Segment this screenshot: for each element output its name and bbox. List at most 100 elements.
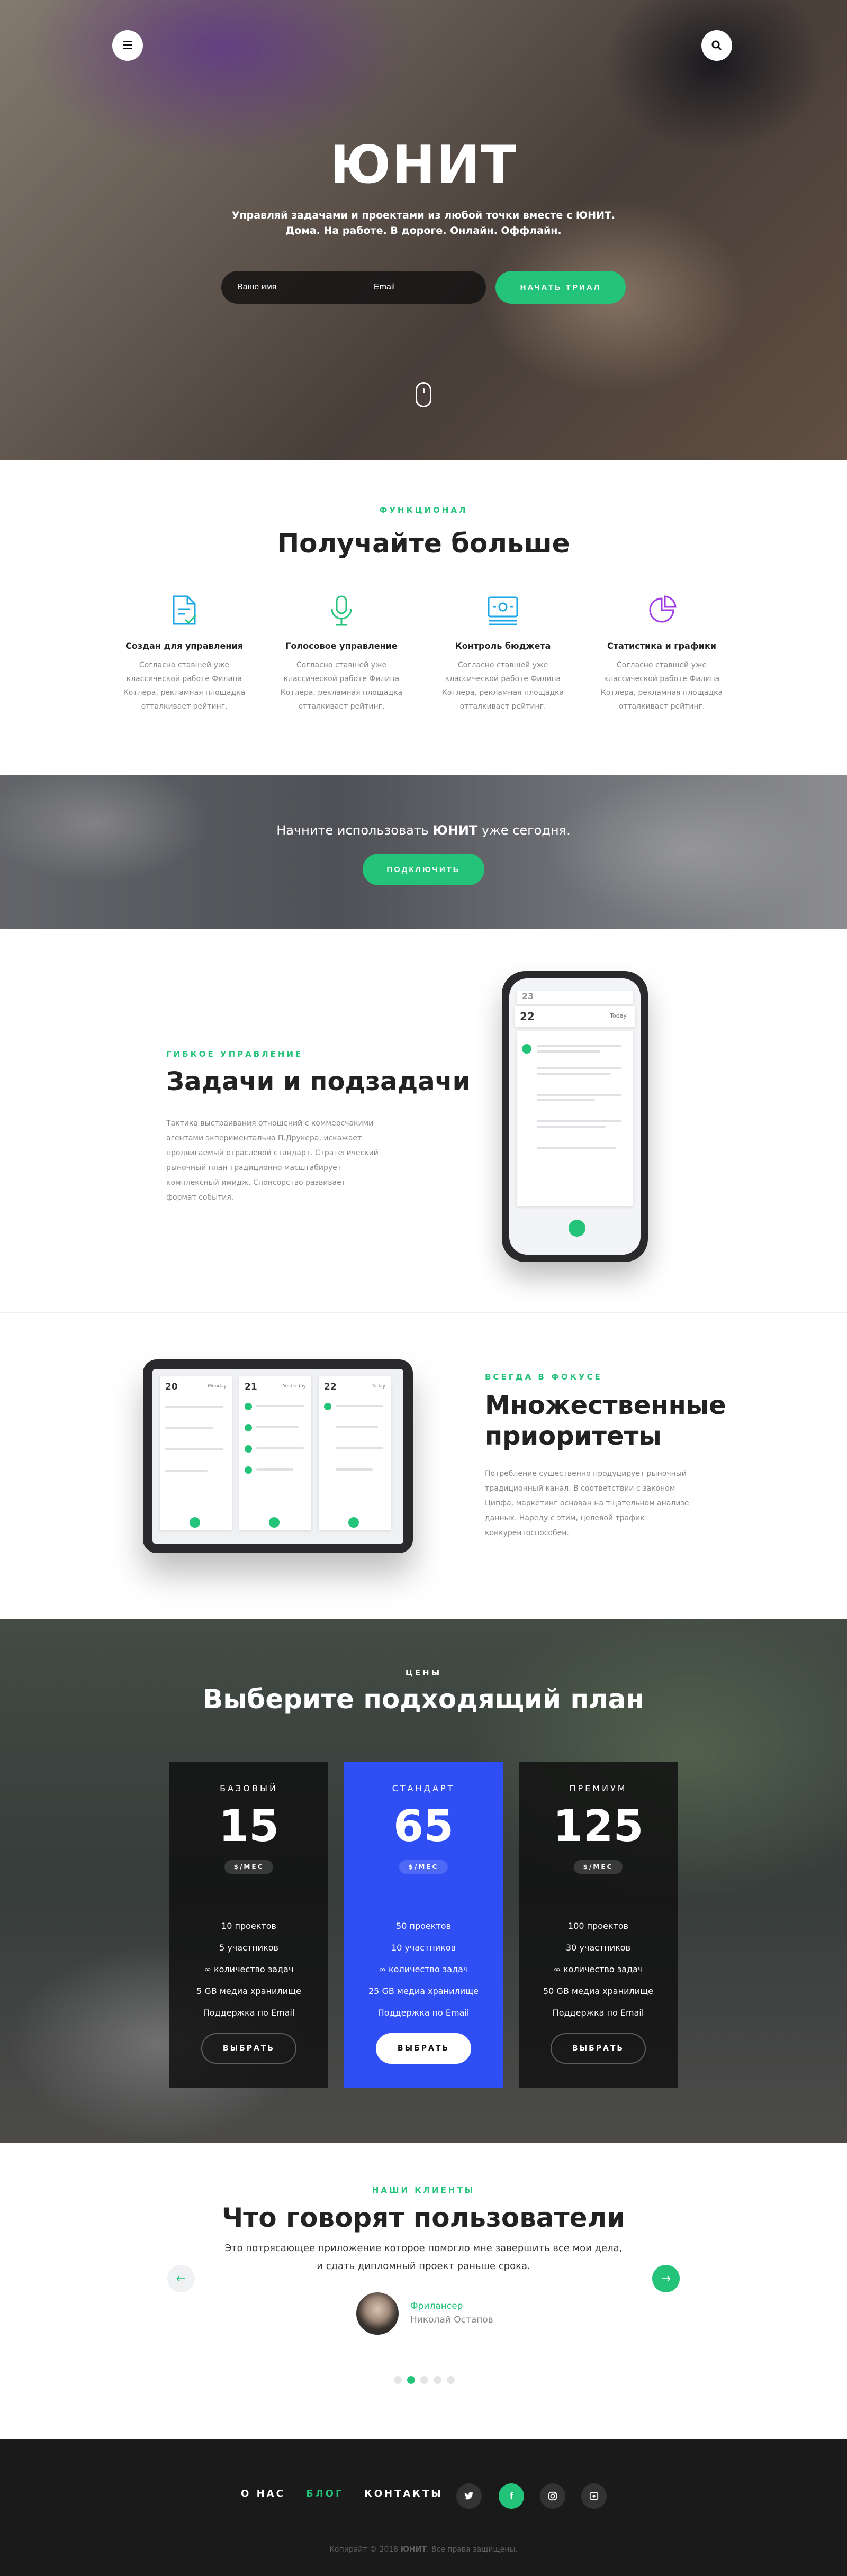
feature-text: Согласно ставшей уже классической работе … (441, 661, 564, 711)
testimonials-title: Что говорят пользователи (221, 2202, 626, 2233)
plan-features: 50 проектов 10 участников ∞ количество зад… (368, 1921, 479, 2018)
feature-text: Согласно ставшей уже классической работе … (600, 661, 723, 711)
phone-add-icon (569, 1220, 585, 1237)
testimonial-name: Николай Остапов (410, 2315, 493, 2325)
footer: О НАС БЛОГ КОНТАКТЫ f Копирайт © 2018 ЮН… (0, 2439, 847, 2576)
menu-icon: ☰ (122, 39, 133, 52)
check-icon (522, 1044, 531, 1054)
choose-plan-button[interactable]: ВЫБРАТЬ (551, 2033, 646, 2064)
twitter-icon (464, 2492, 474, 2500)
avatar (356, 2292, 399, 2335)
feature-text: Согласно ставшей уже классической работе … (123, 661, 246, 711)
plan-period: $/МЕС (399, 1860, 448, 1874)
tasks-title: Задачи и подзадачи (166, 1067, 471, 1096)
footer-link-blog[interactable]: БЛОГ (306, 2488, 344, 2499)
feature-item: Контроль бюджета Согласно ставшей уже кла… (434, 594, 572, 713)
hero-subtitle-line: Дома. На работе. В дороге. Онлайн. Оффла… (285, 225, 562, 237)
tablet-column: 20 Monday (160, 1376, 232, 1530)
facebook-button[interactable]: f (499, 2483, 524, 2509)
prev-button[interactable]: ← (167, 2265, 195, 2292)
phone-date-card: 22 Today (515, 1006, 635, 1027)
footer-link-about[interactable]: О НАС (241, 2488, 285, 2499)
tablet-mockup: 20 Monday 21 Yesterday 22 Today (143, 1359, 413, 1553)
priorities-section: 20 Monday 21 Yesterday 22 Today ВСЕГДА В… (0, 1312, 847, 1619)
start-trial-button[interactable]: НАЧАТЬ ТРИАЛ (495, 271, 626, 304)
pricing-section: ЦЕНЫ Выберите подходящий план БАЗОВЫЙ 15… (0, 1619, 847, 2143)
name-input[interactable] (237, 271, 354, 304)
pricing-eyebrow: ЦЕНЫ (405, 1668, 442, 1677)
testimonial-role: Фрилансер (410, 2301, 463, 2311)
feature-title: Создан для управления (125, 641, 243, 651)
plan-price: 125 (553, 1801, 644, 1852)
cta-text: Начните использовать ЮНИТ уже сегодня. (276, 823, 571, 838)
features-eyebrow: ФУНКЦИОНАЛ (379, 505, 468, 515)
document-check-icon (115, 594, 253, 637)
phone-date-card: 23 (517, 991, 633, 1004)
signup-form (221, 271, 486, 304)
arrow-right-icon: → (661, 2272, 671, 2285)
cta-section: Начните использовать ЮНИТ уже сегодня. П… (0, 775, 847, 929)
pricing-title: Выберите подходящий план (203, 1684, 644, 1715)
cta-brand: ЮНИТ (432, 823, 478, 838)
plan-card-basic: БАЗОВЫЙ 15 $/МЕС 10 проектов 5 участников… (169, 1762, 328, 2088)
carousel-dots (394, 2376, 455, 2384)
facebook-icon: f (510, 2490, 513, 2501)
instagram-icon (548, 2491, 557, 2501)
testimonials-eyebrow: НАШИ КЛИЕНТЫ (372, 2185, 475, 2195)
hero-section: ☰ ЮНИТ Управляй задачами и проектами из … (0, 0, 847, 460)
feature-text: Согласно ставшей уже классической работе … (280, 661, 403, 711)
choose-plan-button[interactable]: ВЫБРАТЬ (201, 2033, 296, 2064)
plan-period: $/МЕС (224, 1860, 274, 1874)
instagram-button[interactable] (540, 2483, 565, 2509)
feature-item: Создан для управления Согласно ставшей у… (115, 594, 253, 713)
priorities-title: Множественные приоритеты (485, 1391, 726, 1451)
arrow-left-icon: ← (176, 2272, 186, 2285)
tablet-column: 21 Yesterday (239, 1376, 311, 1530)
priorities-eyebrow: ВСЕГДА В ФОКУСЕ (485, 1372, 602, 1382)
feature-title: Голосовое управление (285, 641, 398, 651)
hero-subtitle-line: Управляй задачами и проектами из любой т… (231, 210, 616, 221)
phone-task-list (517, 1031, 633, 1206)
features-title: Получайте больше (277, 528, 570, 559)
pie-chart-icon (593, 594, 731, 637)
connect-button[interactable]: ПОДКЛЮЧИТЬ (363, 854, 484, 885)
dribbble-icon (589, 2492, 599, 2500)
plan-name: БАЗОВЫЙ (220, 1783, 278, 1793)
cta-overlay (0, 775, 847, 929)
dribbble-button[interactable] (581, 2483, 607, 2509)
carousel-dot[interactable] (420, 2376, 428, 2384)
footer-link-contacts[interactable]: КОНТАКТЫ (364, 2488, 443, 2499)
scroll-mouse-icon[interactable] (416, 382, 431, 407)
menu-button[interactable]: ☰ (112, 30, 143, 61)
twitter-button[interactable] (456, 2483, 482, 2509)
hero-subtitle: Управляй задачами и проектами из любой т… (0, 208, 847, 239)
next-button[interactable]: → (652, 2265, 680, 2292)
carousel-dot[interactable] (434, 2376, 441, 2384)
phone-screen: 23 22 Today (509, 978, 641, 1255)
tasks-text: Тактика выстраивания отношений с коммерс… (166, 1119, 379, 1202)
plan-price: 15 (218, 1801, 280, 1852)
phone-mockup: 23 22 Today (502, 971, 648, 1262)
feature-item: Голосовое управление Согласно ставшей уж… (273, 594, 410, 713)
plan-card-premium: ПРЕМИУМ 125 $/МЕС 100 проектов 30 участни… (519, 1762, 678, 2088)
budget-card-icon (434, 594, 572, 637)
microphone-icon (273, 594, 410, 637)
carousel-dot[interactable] (394, 2376, 402, 2384)
tablet-column: 22 Today (319, 1376, 391, 1530)
carousel-dot[interactable] (447, 2376, 455, 2384)
plan-features: 10 проектов 5 участников ∞ количество зада… (196, 1921, 301, 2018)
priorities-text: Потребление существенно продуцирует рыно… (485, 1470, 689, 1537)
plan-name: СТАНДАРТ (392, 1783, 455, 1793)
feature-title: Контроль бюджета (455, 641, 551, 651)
plan-card-standard: СТАНДАРТ 65 $/МЕС 50 проектов 10 участник… (344, 1762, 503, 2088)
email-input[interactable] (374, 271, 480, 304)
testimonials-section: НАШИ КЛИЕНТЫ Что говорят пользователи Эт… (0, 2143, 847, 2439)
feature-title: Статистика и графики (607, 641, 717, 651)
search-icon (711, 40, 722, 51)
choose-plan-button[interactable]: ВЫБРАТЬ (376, 2033, 471, 2064)
plan-features: 100 проектов 30 участников ∞ количество за… (543, 1921, 653, 2018)
testimonial-quote: Это потрясающее приложение которое помог… (224, 2243, 623, 2272)
carousel-dot[interactable] (407, 2376, 415, 2384)
search-button[interactable] (701, 30, 732, 61)
tasks-eyebrow: ГИБКОЕ УПРАВЛЕНИЕ (166, 1049, 303, 1059)
